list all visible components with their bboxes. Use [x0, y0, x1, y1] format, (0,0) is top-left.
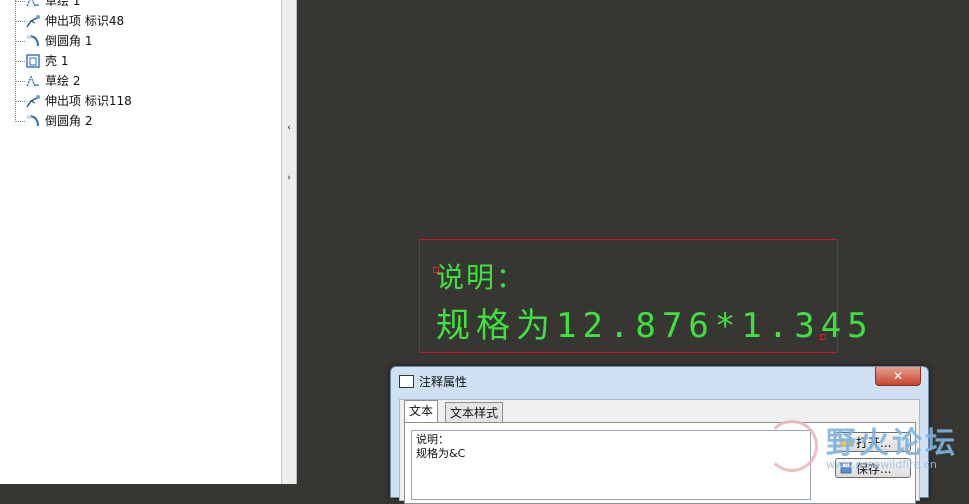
note-text-input[interactable]: 说明： 规格为&C — [411, 430, 811, 500]
extrude-icon — [26, 15, 40, 28]
tree-item-extrude-48[interactable]: 伸出项 标识48 — [0, 11, 281, 31]
sketch-icon — [26, 75, 39, 87]
sketch-icon — [26, 0, 39, 7]
round-icon — [27, 35, 39, 47]
tree-item-round-2[interactable]: 倒圆角 2 — [0, 111, 281, 131]
tab-text-style[interactable]: 文本样式 — [445, 402, 504, 423]
tree-item-label: 壳 1 — [45, 54, 69, 68]
expand-panel-button[interactable]: › — [284, 153, 294, 203]
close-icon[interactable]: ✕ — [875, 367, 921, 386]
tree-item-label: 草绘 1 — [45, 0, 81, 8]
tree-item-sketch-2[interactable]: 草绘 2 — [0, 71, 281, 91]
extrude-icon — [26, 95, 40, 108]
model-tree-panel: 草绘 1 伸出项 标识48 倒圆角 1 壳 1 草绘 2 伸出项 标识118 倒… — [0, 0, 282, 484]
tree-item-label: 伸出项 标识118 — [45, 94, 132, 108]
tab-text[interactable]: 文本 — [404, 400, 439, 423]
watermark-title: 野火论坛 — [826, 426, 958, 461]
tree-item-label: 倒圆角 2 — [45, 114, 93, 128]
tree-item-shell-1[interactable]: 壳 1 — [0, 51, 281, 71]
forum-watermark: 野火论坛 www.proewildfire.cn — [760, 414, 969, 484]
dialog-title: 注释属性 — [419, 375, 468, 389]
dialog-window-icon — [399, 375, 414, 388]
tree-item-label: 草绘 2 — [45, 74, 81, 88]
tree-item-sketch-1[interactable]: 草绘 1 — [0, 0, 281, 11]
watermark-logo-icon — [766, 420, 818, 472]
round-icon — [27, 115, 39, 127]
shell-icon — [26, 54, 40, 68]
note-annotation[interactable]: 说明： 规格为12.876*1.345 — [419, 239, 868, 353]
panel-splitter[interactable]: ‹ › — [282, 0, 297, 484]
tree-item-label: 伸出项 标识48 — [45, 14, 125, 28]
note-anchor-end[interactable] — [820, 334, 826, 340]
tree-item-label: 倒圆角 1 — [45, 34, 93, 48]
note-line-1: 说明： — [436, 261, 527, 294]
watermark-url: www.proewildfire.cn — [826, 458, 937, 471]
tree-item-extrude-118[interactable]: 伸出项 标识118 — [0, 91, 281, 111]
collapse-panel-button[interactable]: ‹ — [284, 103, 294, 153]
note-line-2: 规格为12.876*1.345 — [436, 306, 874, 346]
tree-item-round-1[interactable]: 倒圆角 1 — [0, 31, 281, 51]
